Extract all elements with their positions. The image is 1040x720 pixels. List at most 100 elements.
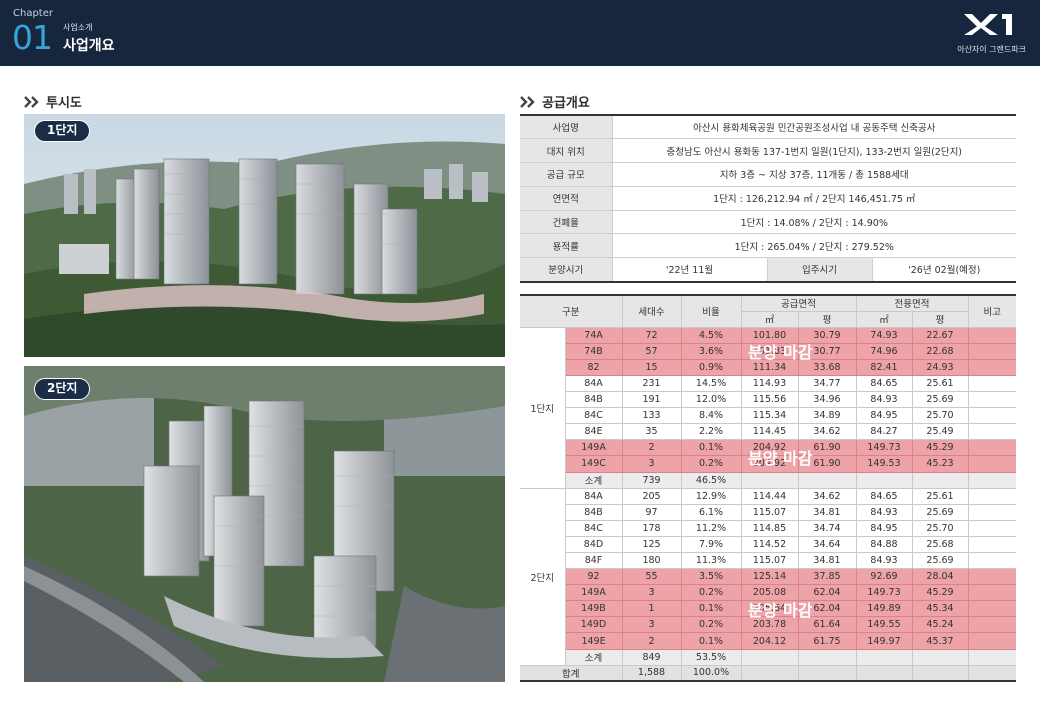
unit-type: 84A — [565, 374, 623, 393]
supply-pyeong: 34.74 — [797, 519, 857, 537]
exclusive-sqm: 149.89 — [855, 600, 913, 618]
households: 72 — [621, 326, 682, 344]
unit-type: 84B — [565, 391, 623, 409]
header-bar: Chapter 01 사업소개 사업개요 아산자이 그랜드파크 — [0, 0, 1040, 66]
move-in-label: 입주시기 — [766, 257, 873, 283]
exclusive-sqm: 84.95 — [855, 519, 913, 537]
overview-value: 1단지 : 265.04% / 2단지 : 279.52% — [611, 233, 1016, 259]
households: 57 — [621, 342, 682, 360]
note — [967, 358, 1017, 376]
apartment-rendering-image — [24, 366, 505, 682]
complex-name: 1단지 — [520, 326, 566, 489]
exclusive-pyeong: 25.68 — [911, 535, 969, 554]
subtotal-households: 849 — [621, 648, 682, 666]
exclusive-pyeong: 25.61 — [911, 374, 969, 393]
empty-cell — [797, 648, 857, 666]
empty-cell — [740, 664, 799, 682]
overview-value: 1단지 : 14.08% / 2단지 : 14.90% — [611, 209, 1016, 235]
total-ratio: 100.0% — [680, 664, 742, 682]
section-heading-overview: 공급개요 — [520, 92, 590, 111]
households: 3 — [621, 455, 682, 473]
unit-type: 84B — [565, 503, 623, 521]
overview-row: 용적률 1단지 : 265.04% / 2단지 : 279.52% — [520, 233, 1016, 259]
sale-period-label: 분양시기 — [520, 257, 613, 283]
note — [967, 535, 1017, 554]
note — [967, 632, 1017, 650]
note — [967, 455, 1017, 473]
overview-label: 공급 규모 — [520, 162, 613, 187]
exclusive-pyeong: 25.49 — [911, 423, 969, 441]
ratio: 14.5% — [680, 374, 742, 393]
households: 97 — [621, 503, 682, 521]
subtotal-label: 소계 — [565, 471, 623, 489]
overview-row: 연면적 1단지 : 126,212.94 ㎡ / 2단지 146,451.75 … — [520, 185, 1016, 211]
supply-pyeong: 61.75 — [797, 632, 857, 650]
overview-row-schedule: 분양시기 '22년 11월 입주시기 '26년 02월(예정) — [520, 257, 1016, 283]
ratio: 0.2% — [680, 584, 742, 602]
empty-cell — [911, 648, 969, 666]
subtotal-label: 소계 — [565, 648, 623, 666]
note — [967, 551, 1017, 570]
table-row: 84B 191 12.0% 115.56 34.96 84.93 25.69 — [520, 391, 1017, 409]
subtotal-ratio: 46.5% — [680, 471, 742, 489]
households: 15 — [621, 358, 682, 376]
unit-type: 149B — [565, 600, 623, 618]
note — [967, 391, 1017, 409]
unit-type: 74B — [565, 342, 623, 360]
sold-out-label: 분양 마감 — [748, 449, 813, 468]
ratio: 0.1% — [680, 439, 742, 457]
double-chevron-icon — [520, 95, 535, 108]
header-supply-area: 공급면적 — [740, 294, 857, 312]
unit-type: 149D — [565, 616, 623, 634]
supply-sqm: 115.34 — [740, 407, 799, 425]
total-households: 1,588 — [621, 664, 682, 682]
empty-cell — [855, 471, 913, 489]
rendering-complex-1: 1단지 — [24, 114, 505, 357]
note — [967, 600, 1017, 618]
exclusive-sqm: 92.69 — [855, 568, 913, 586]
exclusive-sqm: 149.73 — [855, 439, 913, 457]
ratio: 8.4% — [680, 407, 742, 425]
header-pyeong: 평 — [797, 310, 857, 328]
table-row: 84D 125 7.9% 114.52 34.64 84.88 25.68 — [520, 535, 1017, 554]
header-group: 구분 — [520, 294, 623, 328]
brand-name: 아산자이 그랜드파크 — [957, 45, 1026, 54]
ratio: 11.2% — [680, 519, 742, 537]
sale-period-value: '22년 11월 — [611, 257, 768, 283]
header-exclusive-area: 전용면적 — [855, 294, 969, 312]
note — [967, 342, 1017, 360]
unit-type: 84A — [564, 487, 623, 505]
subtotal-row: 소계 739 46.5% — [520, 471, 1017, 489]
households: 1 — [621, 600, 682, 618]
table-row: 84F 180 11.3% 115.07 34.81 84.93 25.69 — [520, 551, 1017, 570]
header-ratio: 비율 — [680, 294, 742, 328]
empty-cell — [855, 648, 913, 666]
subtotal-row: 소계 849 53.5% — [520, 648, 1017, 666]
exclusive-sqm: 74.96 — [855, 342, 913, 360]
ratio: 0.2% — [680, 616, 742, 634]
households: 191 — [621, 391, 682, 409]
sold-out-label: 분양 마감 — [748, 601, 813, 620]
header-note: 비고 — [967, 294, 1017, 328]
ratio: 0.1% — [680, 632, 742, 650]
overview-value: 충청남도 아산시 용화동 137-1번지 일원(1단지), 133-2번지 일원… — [611, 138, 1016, 164]
supply-sqm: 115.07 — [740, 551, 799, 570]
exclusive-sqm: 149.73 — [855, 584, 913, 602]
section-title: 투시도 — [46, 96, 82, 111]
exclusive-sqm: 84.65 — [855, 374, 913, 393]
ratio: 12.0% — [680, 391, 742, 409]
move-in-value: '26년 02월(예정) — [871, 257, 1016, 283]
note — [967, 487, 1017, 505]
header-sqm: ㎡ — [741, 310, 799, 328]
xi-logo-icon — [964, 14, 1012, 35]
households: 3 — [621, 584, 682, 602]
page-title: 사업개요 — [63, 38, 115, 54]
exclusive-sqm: 149.53 — [855, 455, 913, 473]
ratio: 3.5% — [680, 568, 742, 586]
supply-pyeong: 34.96 — [797, 391, 857, 409]
empty-cell — [967, 664, 1017, 682]
households: 231 — [621, 374, 682, 393]
note — [967, 326, 1017, 344]
unit-type: 149E — [565, 632, 623, 650]
supply-pyeong: 37.85 — [797, 568, 857, 586]
